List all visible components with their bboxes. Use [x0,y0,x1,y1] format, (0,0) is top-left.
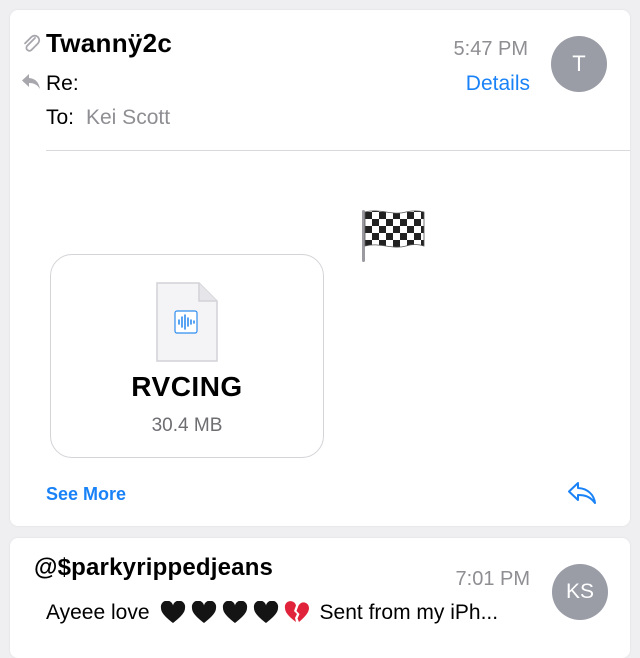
black-heart-icon [160,601,185,623]
black-heart-icon [253,601,278,623]
recipient-name[interactable]: Kei Scott [86,106,170,130]
header-divider [46,150,630,151]
checkered-flag-icon [362,210,425,262]
avatar: T [551,36,607,92]
avatar: KS [552,564,608,620]
email-message-card: Twannÿ2c Re: To: Kei Scott 5:47 PM Detai… [10,10,630,526]
attachment-name: RVCING [131,371,243,402]
reply-icon[interactable] [566,480,598,506]
attachment-size: 30.4 MB [151,415,223,436]
message-time: 7:01 PM [455,568,530,590]
message-time: 5:47 PM [453,38,528,60]
next-message-card[interactable]: @$parkyrippedjeans 7:01 PM KS Ayeee love… [10,538,630,658]
details-button[interactable]: Details [466,72,530,96]
see-more-link[interactable]: See More [46,484,126,505]
black-heart-icon [191,601,216,623]
recipient-label: To: [46,106,75,129]
subject-line: Re: [46,72,79,95]
broken-heart-icon [284,601,309,622]
sender-name: @$parkyrippedjeans [34,554,274,581]
paperclip-icon [24,34,41,52]
sender-name: Twannÿ2c [46,28,173,58]
preview-text: Ayeee love [46,601,150,624]
preview-signature: Sent from my iPh... [319,601,499,624]
preview-emoji-row [160,601,310,625]
replied-indicator-icon [22,74,40,89]
attachment-card[interactable]: RVCING 30.4 MB [50,254,324,458]
message-preview: Ayeee love Sent from my iPh... [46,600,534,626]
audio-file-icon [156,282,218,362]
black-heart-icon [222,601,247,623]
